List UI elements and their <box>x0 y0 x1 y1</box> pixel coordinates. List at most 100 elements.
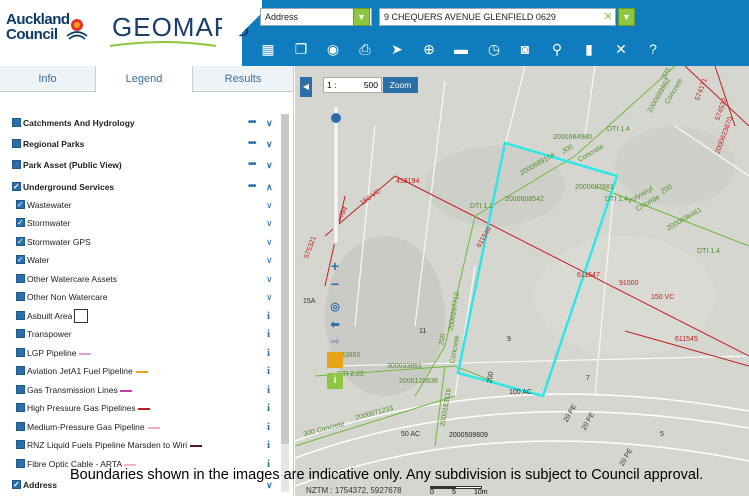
zoom-button[interactable]: Zoom <box>383 77 418 93</box>
layers-icon[interactable]: ❐ <box>291 40 311 58</box>
chevron-down-icon[interactable]: ∨ <box>266 136 273 152</box>
map-label: DTI 1.4 <box>697 248 720 255</box>
info-icon[interactable]: i <box>267 382 270 398</box>
info-icon[interactable]: i <box>267 437 270 453</box>
chevron-down-icon[interactable]: ∨ <box>266 215 273 231</box>
legend-item-stormwater-gps[interactable]: Stormwater GPS ∨ <box>16 234 278 250</box>
checkbox[interactable] <box>16 348 25 357</box>
checkbox[interactable] <box>12 160 21 169</box>
checkbox[interactable] <box>16 252 25 268</box>
legend-item-rnz-liquid-fuels[interactable]: RNZ Liquid Fuels Pipeline Marsden to Wir… <box>16 437 278 453</box>
auckland-council-logo[interactable]: Auckland Council <box>6 12 70 42</box>
legend-item-lgp-pipeline[interactable]: LGP Pipeline i <box>16 345 278 361</box>
legend-item-medium-pressure-gas[interactable]: Medium-Pressure Gas Pipeline i <box>16 419 278 435</box>
checkbox[interactable] <box>16 311 25 320</box>
chevron-down-icon[interactable]: ∨ <box>266 197 273 213</box>
checkbox[interactable] <box>16 329 25 338</box>
zoom-out-icon[interactable]: − <box>327 276 343 292</box>
tools-icon[interactable]: ✕ <box>611 40 631 58</box>
legend-group-underground-services[interactable]: Underground Services ••• ∧ <box>12 179 278 195</box>
checkbox[interactable] <box>12 179 21 195</box>
checkbox[interactable] <box>16 403 25 412</box>
tab-legend[interactable]: Legend <box>95 66 193 92</box>
checkbox[interactable] <box>16 422 25 431</box>
checkbox[interactable] <box>16 366 25 375</box>
legend-item-other-watercare[interactable]: Other Watercare Assets ∨ <box>16 271 278 287</box>
tab-results[interactable]: Results <box>193 66 293 92</box>
legend-item-high-pressure-gas[interactable]: High Pressure Gas Pipelines i <box>16 400 278 416</box>
scrollbar-thumb[interactable] <box>281 114 289 444</box>
checkbox[interactable] <box>16 292 25 301</box>
zoom-in-icon[interactable]: + <box>327 258 343 274</box>
more-options-icon[interactable]: ••• <box>248 136 256 152</box>
more-options-icon[interactable]: ••• <box>248 115 256 131</box>
chevron-up-icon[interactable]: ∧ <box>266 179 273 195</box>
search-type-dropdown-button[interactable]: ▼ <box>353 8 370 26</box>
legend-group-regional-parks[interactable]: Regional Parks ••• ∨ <box>12 136 278 152</box>
more-options-icon[interactable]: ••• <box>248 179 256 195</box>
scale-input[interactable]: 1 : 500 <box>323 77 382 93</box>
info-icon[interactable]: i <box>267 419 270 435</box>
marker-pin-icon[interactable]: ⚲ <box>547 40 567 58</box>
street-view-pegman-icon[interactable] <box>327 352 343 368</box>
legend-item-other-non-watercare[interactable]: Other Non Watercare ∨ <box>16 289 278 305</box>
chevron-down-icon[interactable]: ∨ <box>266 271 273 287</box>
map-canvas[interactable] <box>295 66 749 496</box>
checkbox[interactable] <box>12 118 21 127</box>
legend-item-asbuilt-area[interactable]: Asbuilt Area i <box>16 308 278 324</box>
locate-target-icon[interactable]: ⊕ <box>419 40 439 58</box>
arrow-right-icon[interactable]: ➡ <box>327 334 343 350</box>
chevron-down-icon[interactable]: ∨ <box>266 157 273 173</box>
history-icon[interactable]: ◷ <box>484 40 504 58</box>
print-icon[interactable]: ⎙ <box>355 40 375 58</box>
legend-group-label: Catchments And Hydrology <box>23 118 135 128</box>
checkbox[interactable] <box>16 385 25 394</box>
info-icon[interactable]: i <box>267 345 270 361</box>
measure-ruler-icon[interactable]: ▬ <box>451 40 471 58</box>
help-icon[interactable]: ? <box>643 40 663 58</box>
checkbox[interactable] <box>16 440 25 449</box>
zoom-slider-handle[interactable] <box>331 113 341 123</box>
clear-search-icon[interactable]: ✕ <box>601 8 615 26</box>
chevron-down-icon[interactable]: ∨ <box>266 115 273 131</box>
checkbox[interactable] <box>16 274 25 283</box>
collapse-panel-button[interactable]: ◀ <box>300 77 312 97</box>
search-dropdown-button[interactable]: ▼ <box>618 8 635 26</box>
search-input-value: 9 CHEQUERS AVENUE GLENFIELD 0629 <box>384 12 556 22</box>
checkbox[interactable] <box>12 139 21 148</box>
chevron-down-icon[interactable]: ∨ <box>266 252 273 268</box>
arrow-left-icon[interactable]: ⬅ <box>327 317 343 333</box>
tab-info[interactable]: Info <box>0 66 95 92</box>
info-icon[interactable]: i <box>327 373 343 389</box>
chevron-down-icon[interactable]: ∨ <box>266 234 273 250</box>
info-icon[interactable]: i <box>267 308 270 324</box>
legend-item-water[interactable]: Water ∨ <box>16 252 278 268</box>
base-map-icon[interactable]: ▦ <box>258 40 278 58</box>
legend-item-transpower[interactable]: Transpower i <box>16 326 278 342</box>
info-icon[interactable]: i <box>267 363 270 379</box>
select-arrow-icon[interactable]: ➤ <box>387 40 407 58</box>
zoom-slider[interactable] <box>333 106 339 244</box>
info-icon[interactable]: i <box>267 326 270 342</box>
globe-icon[interactable]: ◎ <box>327 299 343 315</box>
checkbox[interactable] <box>16 459 25 468</box>
legend-group-catchments[interactable]: Catchments And Hydrology ••• ∨ <box>12 115 278 131</box>
street-view-camera-icon[interactable]: ◙ <box>515 40 535 58</box>
eye-icon[interactable]: ◉ <box>323 40 343 58</box>
legend-item-stormwater[interactable]: Stormwater ∨ <box>16 215 278 231</box>
checkbox[interactable] <box>16 234 25 250</box>
legend-item-gas-transmission[interactable]: Gas Transmission Lines i <box>16 382 278 398</box>
legend-item-aviation-fuel[interactable]: Aviation JetA1 Fuel Pipeline i <box>16 363 278 379</box>
checkbox[interactable] <box>12 477 21 493</box>
legend-item-wastewater[interactable]: Wastewater ∨ <box>16 197 278 213</box>
chevron-down-icon[interactable]: ∨ <box>266 289 273 305</box>
map-label: 300033851 <box>387 363 423 370</box>
search-input[interactable]: 9 CHEQUERS AVENUE GLENFIELD 0629 <box>379 8 616 26</box>
map-view[interactable]: 418194 150 VC 575321 458094 2000684980 D… <box>295 66 749 496</box>
legend-group-park-asset[interactable]: Park Asset (Public View) ••• ∨ <box>12 157 278 173</box>
bookmark-icon[interactable]: ▮ <box>579 40 599 58</box>
info-icon[interactable]: i <box>267 400 270 416</box>
more-options-icon[interactable]: ••• <box>248 157 256 173</box>
checkbox[interactable] <box>16 215 25 231</box>
checkbox[interactable] <box>16 197 25 213</box>
